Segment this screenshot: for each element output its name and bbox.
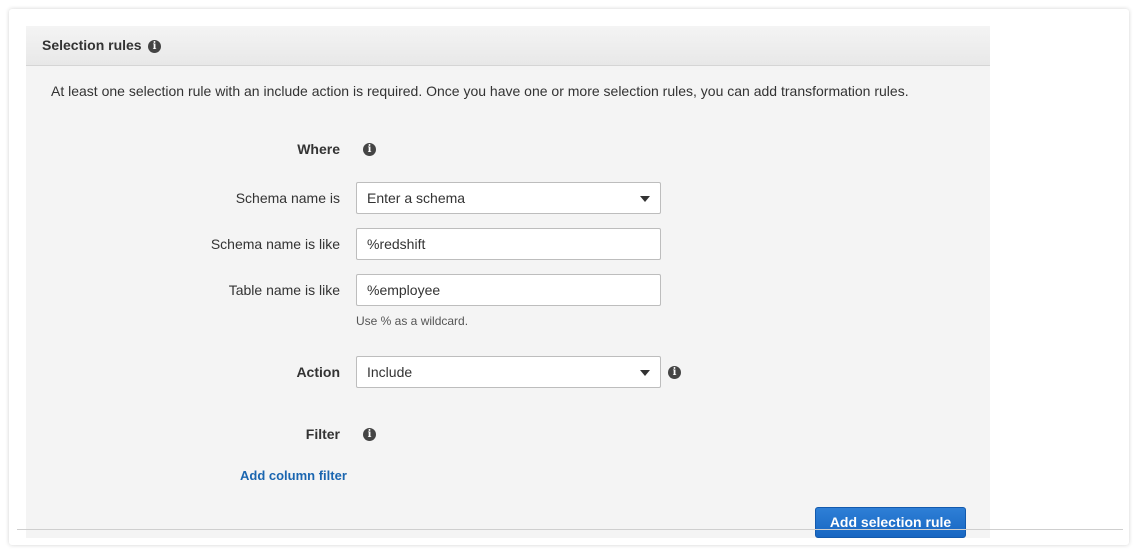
schema-name-label: Schema name is [235, 190, 340, 206]
table-like-input[interactable]: %employee [356, 274, 661, 306]
outer-card: Selection rules i At least one selection… [9, 9, 1129, 545]
table-like-label: Table name is like [228, 282, 340, 298]
add-column-filter-link[interactable]: Add column filter [240, 468, 347, 483]
chevron-down-icon [640, 370, 650, 376]
selection-rules-panel: Selection rules i At least one selection… [26, 26, 990, 538]
table-like-input-value: %employee [367, 282, 441, 298]
filter-label: Filter [305, 426, 340, 442]
schema-like-input[interactable]: %redshift [356, 228, 661, 260]
schema-name-select-value: Enter a schema [367, 190, 466, 206]
info-icon[interactable]: i [148, 40, 161, 53]
action-select-value: Include [367, 364, 413, 380]
where-label: Where [297, 141, 340, 157]
panel-title: Selection rules [42, 37, 142, 53]
add-selection-rule-button[interactable]: Add selection rule [815, 507, 966, 538]
divider [17, 529, 1123, 530]
where-info-icon[interactable]: i [363, 143, 376, 156]
schema-like-input-value: %redshift [367, 236, 426, 252]
panel-header: Selection rules i [26, 26, 990, 66]
action-info-icon[interactable]: i [668, 366, 681, 379]
action-select[interactable]: Include [356, 356, 661, 388]
chevron-down-icon [640, 196, 650, 202]
schema-name-select[interactable]: Enter a schema [356, 182, 661, 214]
action-label: Action [296, 364, 340, 380]
filter-info-icon[interactable]: i [363, 428, 376, 441]
schema-like-label: Schema name is like [210, 236, 340, 252]
wildcard-hint: Use % as a wildcard. [356, 314, 469, 328]
panel-description: At least one selection rule with an incl… [51, 83, 909, 99]
